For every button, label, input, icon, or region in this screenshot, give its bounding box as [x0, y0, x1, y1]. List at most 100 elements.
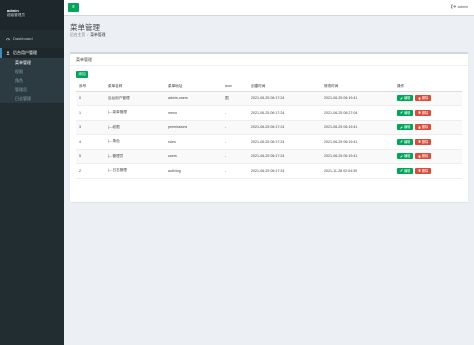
- edit-label: 编辑: [404, 110, 411, 115]
- delete-button[interactable]: 删除: [414, 124, 432, 131]
- delete-button[interactable]: 删除: [414, 138, 432, 145]
- breadcrumb-separator: /: [87, 33, 89, 37]
- cell-actions: 编辑 删除: [394, 105, 462, 121]
- cell-created: 2021-06-25 06:17:24: [248, 105, 321, 121]
- cell-actions: 编辑 删除: [394, 149, 462, 164]
- table-row: 2 |---日志管理 auth/log -2021-06-25 06:17:24 202…: [76, 163, 462, 179]
- sidebar-item-label: Dashboard: [13, 36, 33, 41]
- top-header: ≡ admin: [64, 0, 474, 16]
- table-header-row: 序号 菜单名称 菜单地址 icon 创建时间 修改时间 操作: [76, 82, 462, 92]
- cell-icon: -: [222, 163, 248, 179]
- cell-updated: 2021-06-25 06:19:41: [321, 149, 394, 164]
- cell-icon: 图: [222, 91, 248, 106]
- sidebar-item-roles[interactable]: 角色: [0, 76, 64, 85]
- edit-button[interactable]: 编辑: [397, 153, 414, 160]
- edit-label: 编辑: [404, 96, 411, 101]
- trash-icon: [418, 154, 421, 158]
- sidebar: admin 超级管理员 Dashboard 后台用户管理 菜单管理 权限 角色 …: [0, 0, 64, 345]
- cell-index: 0: [76, 91, 105, 106]
- sidebar-item-permissions[interactable]: 权限: [0, 67, 64, 76]
- cell-url: roles: [165, 134, 222, 150]
- edit-label: 编辑: [404, 154, 411, 159]
- cell-index: 4: [76, 134, 105, 150]
- table-row: 3 |---权限 permissions -2021-06-25 06:17:24 20…: [76, 120, 462, 135]
- users-icon: [6, 51, 10, 55]
- menu-box: 菜单管理 添加 序号 菜单名称 菜单地址 icon 创建时间 修改时间 操作 0…: [70, 52, 468, 202]
- edit-icon: [400, 97, 403, 100]
- delete-label: 删除: [421, 139, 429, 144]
- column-header-updated: 修改时间: [321, 82, 394, 92]
- cell-icon: -: [222, 105, 248, 121]
- page-title: 菜单管理: [70, 23, 100, 32]
- delete-label: 删除: [421, 110, 429, 115]
- cell-url: auth/log: [165, 163, 222, 179]
- cell-updated: 2021-06-25 06:27:04: [321, 105, 394, 121]
- cell-updated: 2021-06-25 06:19:41: [321, 120, 394, 135]
- table-row: 1 |---菜单管理 menu -2021-06-25 06:17:24 2021-06…: [76, 105, 462, 121]
- cell-index: 5: [76, 149, 105, 164]
- delete-label: 删除: [421, 168, 429, 173]
- delete-label: 删除: [421, 125, 429, 130]
- table-row: 4 |---角色 roles -2021-06-25 06:17:24 2021-06-…: [76, 134, 462, 150]
- edit-label: 编辑: [404, 139, 411, 144]
- edit-label: 编辑: [404, 125, 411, 130]
- cell-updated: 2021-06-25 06:19:41: [321, 134, 394, 150]
- cell-name: 后台用户管理: [105, 91, 165, 106]
- cell-name: |---角色: [105, 134, 165, 150]
- sidebar-group-admin-users[interactable]: 后台用户管理: [0, 48, 64, 58]
- column-header-created: 创建时间: [248, 82, 321, 92]
- edit-button[interactable]: 编辑: [397, 124, 414, 131]
- sidebar-item-logs[interactable]: 日志管理: [0, 94, 64, 103]
- cell-url: admin-users: [165, 91, 222, 106]
- breadcrumb-home[interactable]: 后台主页: [70, 33, 85, 37]
- delete-button[interactable]: 删除: [414, 95, 432, 102]
- header-user-menu[interactable]: admin: [450, 4, 468, 9]
- table-row: 5 |---管理员 users -2021-06-25 06:17:24 2021-06…: [76, 149, 462, 164]
- cell-created: 2021-06-25 06:17:24: [248, 149, 321, 164]
- cell-index: 3: [76, 120, 105, 135]
- edit-icon: [400, 140, 403, 143]
- edit-icon: [400, 111, 403, 114]
- cell-icon: -: [222, 134, 248, 150]
- cell-actions: 编辑 删除: [394, 120, 462, 135]
- edit-button[interactable]: 编辑: [397, 167, 414, 174]
- add-button[interactable]: 添加: [76, 71, 88, 78]
- edit-button[interactable]: 编辑: [397, 95, 414, 102]
- box-title: 菜单管理: [70, 54, 468, 66]
- delete-button[interactable]: 删除: [414, 153, 432, 160]
- sidebar-item-dashboard[interactable]: Dashboard: [0, 34, 64, 44]
- breadcrumb-current: 菜单管理: [90, 33, 106, 37]
- cell-name: |---日志管理: [105, 163, 165, 179]
- trash-icon: [418, 96, 421, 100]
- delete-button[interactable]: 删除: [414, 167, 432, 174]
- cell-name: |---权限: [105, 120, 165, 135]
- cell-created: 2021-06-25 06:17:24: [248, 120, 321, 135]
- edit-label: 编辑: [404, 168, 411, 173]
- cell-url: permissions: [165, 120, 222, 135]
- cell-url: users: [165, 149, 222, 164]
- trash-icon: [418, 140, 421, 144]
- cell-icon: -: [222, 149, 248, 164]
- cell-name: |---管理员: [105, 149, 165, 164]
- table-row: 0 后台用户管理 admin-users 图 2021-06-25 06:17:24 20…: [76, 91, 462, 106]
- cell-created: 2021-06-25 06:17:24: [248, 163, 321, 179]
- edit-button[interactable]: 编辑: [397, 109, 414, 116]
- cell-name: |---菜单管理: [105, 105, 165, 121]
- edit-button[interactable]: 编辑: [397, 138, 414, 145]
- sidebar-toggle-button[interactable]: ≡: [68, 3, 79, 12]
- logout-icon: [450, 4, 456, 9]
- sidebar-item-admins[interactable]: 管理员: [0, 85, 64, 94]
- user-panel: admin 超级管理员: [0, 0, 64, 30]
- edit-icon: [400, 155, 403, 158]
- trash-icon: [418, 111, 421, 115]
- sidebar-item-menu[interactable]: 菜单管理: [0, 58, 64, 67]
- trash-icon: [418, 125, 421, 129]
- header-username: admin: [457, 4, 468, 9]
- cell-actions: 编辑 删除: [394, 91, 462, 106]
- column-header-url: 菜单地址: [165, 82, 222, 92]
- sidebar-nav: Dashboard 后台用户管理 菜单管理 权限 角色 管理员 日志管理: [0, 30, 64, 103]
- sidebar-user-role: 超级管理员: [7, 13, 25, 17]
- delete-label: 删除: [421, 96, 429, 101]
- cell-actions: 编辑 删除: [394, 134, 462, 150]
- delete-button[interactable]: 删除: [414, 109, 432, 116]
